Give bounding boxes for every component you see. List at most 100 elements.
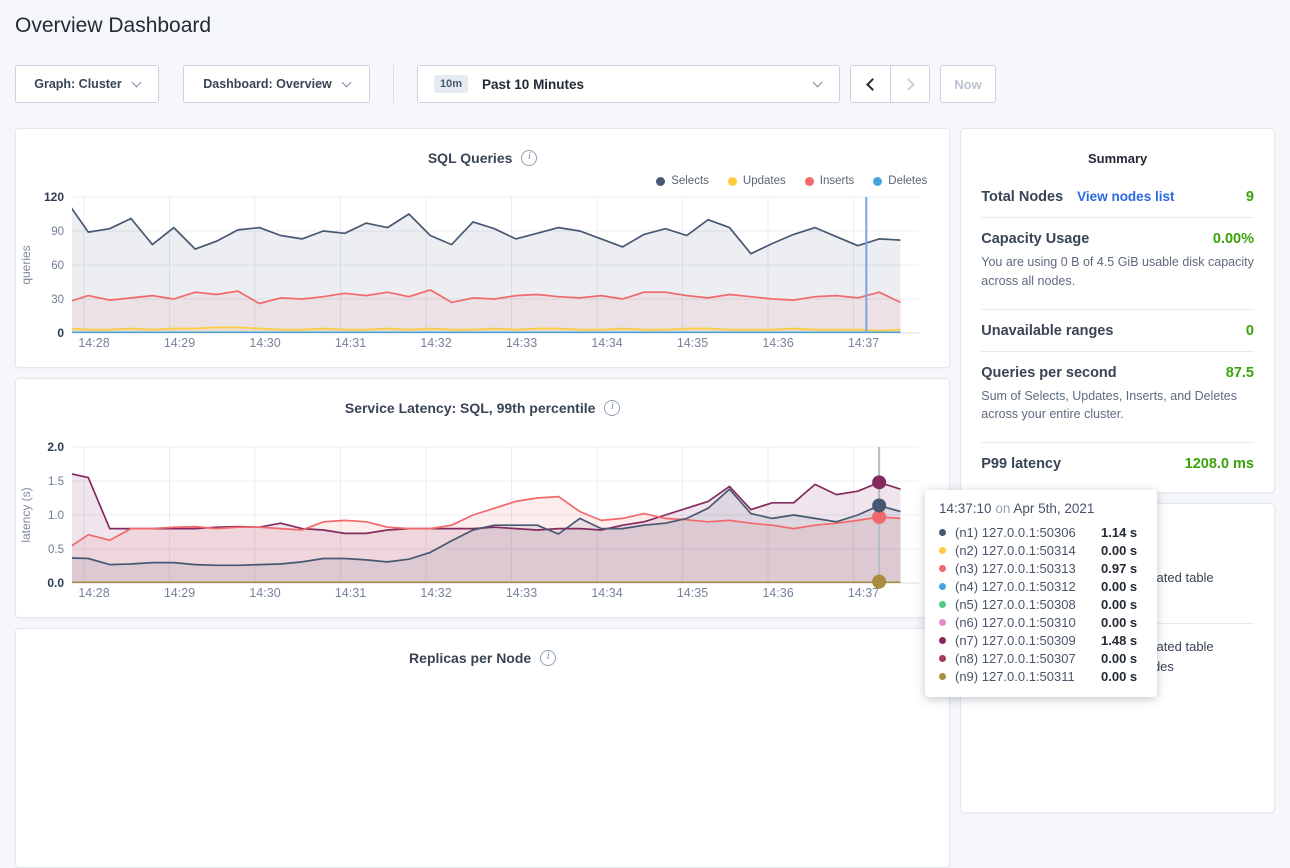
chevron-left-icon xyxy=(866,78,879,91)
chart-title: SQL Queries xyxy=(428,150,513,166)
svg-text:latency (s): latency (s) xyxy=(19,487,33,542)
tooltip-node-row: (n5) 127.0.0.1:503080.00 s xyxy=(939,595,1143,613)
svg-text:14:30: 14:30 xyxy=(249,336,280,350)
node-latency-value: 0.00 s xyxy=(1101,669,1137,684)
p99-latency-value: 1208.0 ms xyxy=(1185,456,1254,472)
p99-latency-label: P99 latency xyxy=(981,456,1061,472)
sql-queries-chart[interactable]: 14:2814:2914:3014:3114:3214:3314:3414:35… xyxy=(16,189,949,361)
summary-title: Summary xyxy=(981,151,1254,166)
node-color-dot-icon xyxy=(939,619,946,626)
svg-text:14:37: 14:37 xyxy=(848,586,879,600)
legend-dot-icon xyxy=(873,177,882,186)
svg-text:14:33: 14:33 xyxy=(506,586,537,600)
sidebar: Summary Total Nodes View nodes list 9 Ca… xyxy=(960,128,1275,813)
service-latency-panel: Service Latency: SQL, 99th percentile i … xyxy=(15,378,950,618)
info-icon[interactable]: i xyxy=(540,650,556,666)
chart-title: Replicas per Node xyxy=(409,650,531,666)
chevron-down-icon xyxy=(131,77,141,87)
capacity-usage-description: You are using 0 B of 4.5 GiB usable disk… xyxy=(981,250,1254,300)
svg-text:14:36: 14:36 xyxy=(762,586,793,600)
svg-text:14:28: 14:28 xyxy=(78,336,109,350)
svg-text:30: 30 xyxy=(51,294,64,306)
tooltip-node-row: (n6) 127.0.0.1:503100.00 s xyxy=(939,613,1143,631)
node-address: (n3) 127.0.0.1:50313 xyxy=(955,561,1101,576)
now-button[interactable]: Now xyxy=(940,65,996,103)
svg-text:14:32: 14:32 xyxy=(420,586,451,600)
legend-dot-icon xyxy=(805,177,814,186)
legend-item-updates[interactable]: Updates xyxy=(728,175,786,187)
chart-title: Service Latency: SQL, 99th percentile xyxy=(345,400,596,416)
legend-label: Updates xyxy=(743,175,786,187)
svg-text:2.0: 2.0 xyxy=(47,440,64,454)
svg-text:14:35: 14:35 xyxy=(677,586,708,600)
svg-text:1.0: 1.0 xyxy=(48,510,64,522)
total-nodes-label: Total Nodes xyxy=(981,189,1063,205)
queries-per-second-row: Queries per second 87.5 xyxy=(981,352,1254,384)
sql-queries-header: SQL Queries i xyxy=(16,129,949,169)
capacity-usage-value: 0.00% xyxy=(1213,231,1254,247)
sql-queries-panel: SQL Queries i Selects Updates Inserts Delet… xyxy=(15,128,950,368)
queries-per-second-label: Queries per second xyxy=(981,365,1116,381)
queries-per-second-description: Sum of Selects, Updates, Inserts, and De… xyxy=(981,384,1254,434)
legend-item-selects[interactable]: Selects xyxy=(656,175,709,187)
node-color-dot-icon xyxy=(939,601,946,608)
page-title: Overview Dashboard xyxy=(15,14,1290,38)
svg-text:14:31: 14:31 xyxy=(335,336,366,350)
info-icon[interactable]: i xyxy=(521,150,537,166)
node-color-dot-icon xyxy=(939,529,946,536)
total-nodes-value: 9 xyxy=(1246,189,1254,205)
tooltip-timestamp: 14:37:10 on Apr 5th, 2021 xyxy=(939,501,1143,516)
tooltip-node-row: (n2) 127.0.0.1:503140.00 s xyxy=(939,541,1143,559)
replicas-per-node-panel: Replicas per Node i xyxy=(15,628,950,868)
legend-label: Selects xyxy=(671,175,709,187)
view-nodes-list-link[interactable]: View nodes list xyxy=(1077,189,1174,204)
node-address: (n5) 127.0.0.1:50308 xyxy=(955,597,1101,612)
svg-text:14:31: 14:31 xyxy=(335,586,366,600)
time-range-badge: 10m xyxy=(434,75,468,93)
graph-dropdown[interactable]: Graph: Cluster xyxy=(15,65,159,103)
prev-time-button[interactable] xyxy=(851,66,890,102)
svg-text:0.0: 0.0 xyxy=(47,576,64,590)
node-latency-value: 0.00 s xyxy=(1101,615,1137,630)
chevron-down-icon xyxy=(813,78,823,88)
time-pager xyxy=(850,65,930,103)
graph-dropdown-label: Graph: Cluster xyxy=(34,77,122,91)
queries-per-second-value: 87.5 xyxy=(1226,365,1254,381)
sql-queries-legend: Selects Updates Inserts Deletes xyxy=(656,175,927,187)
node-address: (n2) 127.0.0.1:50314 xyxy=(955,543,1101,558)
svg-text:14:29: 14:29 xyxy=(164,586,195,600)
tooltip-node-row: (n8) 127.0.0.1:503070.00 s xyxy=(939,649,1143,667)
tooltip-node-row: (n7) 127.0.0.1:503091.48 s xyxy=(939,631,1143,649)
service-latency-chart[interactable]: 14:2814:2914:3014:3114:3214:3314:3414:35… xyxy=(16,439,949,611)
svg-text:queries: queries xyxy=(19,245,33,284)
node-color-dot-icon xyxy=(939,547,946,554)
info-icon[interactable]: i xyxy=(604,400,620,416)
tooltip-node-row: (n9) 127.0.0.1:503110.00 s xyxy=(939,667,1143,685)
node-address: (n6) 127.0.0.1:50310 xyxy=(955,615,1101,630)
service-latency-header: Service Latency: SQL, 99th percentile i xyxy=(16,379,949,419)
dashboard-dropdown[interactable]: Dashboard: Overview xyxy=(183,65,370,103)
next-time-button[interactable] xyxy=(890,66,929,102)
legend-dot-icon xyxy=(728,177,737,186)
svg-text:90: 90 xyxy=(51,226,64,238)
toolbar-divider xyxy=(393,65,394,103)
tooltip-node-row: (n4) 127.0.0.1:503120.00 s xyxy=(939,577,1143,595)
svg-text:14:36: 14:36 xyxy=(762,336,793,350)
legend-label: Deletes xyxy=(888,175,927,187)
unavailable-ranges-label: Unavailable ranges xyxy=(981,323,1113,339)
tooltip-rows: (n1) 127.0.0.1:503061.14 s(n2) 127.0.0.1… xyxy=(939,523,1143,685)
chevron-right-icon xyxy=(902,78,915,91)
replicas-per-node-header: Replicas per Node i xyxy=(16,629,949,669)
node-address: (n7) 127.0.0.1:50309 xyxy=(955,633,1101,648)
unavailable-ranges-row: Unavailable ranges 0 xyxy=(981,310,1254,342)
legend-label: Inserts xyxy=(820,175,855,187)
capacity-usage-label: Capacity Usage xyxy=(981,231,1089,247)
node-color-dot-icon xyxy=(939,583,946,590)
legend-item-inserts[interactable]: Inserts xyxy=(805,175,855,187)
svg-text:14:34: 14:34 xyxy=(591,586,622,600)
time-range-selector[interactable]: 10m Past 10 Minutes xyxy=(417,65,840,103)
node-latency-value: 0.00 s xyxy=(1101,579,1137,594)
node-address: (n9) 127.0.0.1:50311 xyxy=(955,669,1101,684)
legend-item-deletes[interactable]: Deletes xyxy=(873,175,927,187)
svg-text:14:35: 14:35 xyxy=(677,336,708,350)
